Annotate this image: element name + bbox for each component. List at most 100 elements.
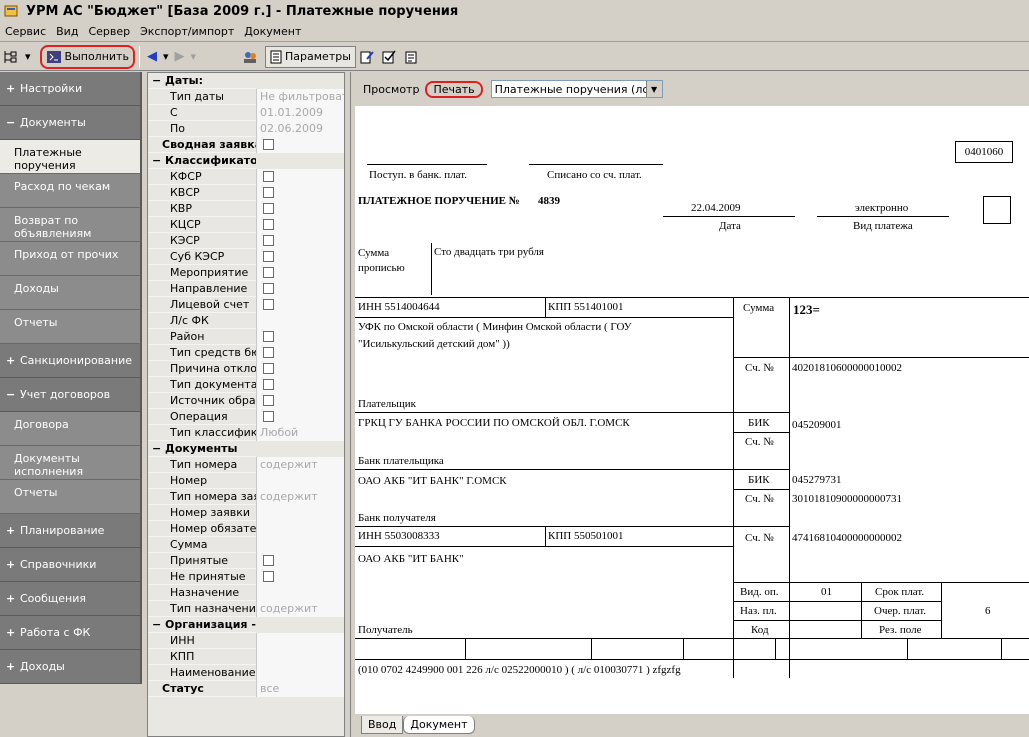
checkbox[interactable] — [263, 555, 274, 566]
menu-view[interactable]: Вид — [51, 25, 83, 38]
sidebar-item-revenues[interactable]: Доходы — [0, 276, 142, 310]
checkbox[interactable] — [263, 411, 274, 422]
filter-value[interactable]: 02.06.2009 — [256, 120, 344, 137]
checkbox[interactable] — [263, 251, 274, 262]
sidebar-item-contracts[interactable]: Договора — [0, 412, 142, 446]
tree-view-icon[interactable] — [0, 46, 22, 68]
menu-document[interactable]: Документ — [239, 25, 306, 38]
filter-checkbox-cell[interactable] — [256, 280, 344, 297]
filter-value[interactable] — [256, 632, 344, 649]
checkbox[interactable] — [263, 203, 274, 214]
filter-value[interactable] — [256, 664, 344, 681]
sidebar-group-messages[interactable]: + Сообщения — [0, 582, 142, 616]
filter-value[interactable]: Не фильтровать — [256, 88, 344, 105]
filter-checkbox-cell[interactable] — [256, 232, 344, 249]
filter-value[interactable]: 01.01.2009 — [256, 104, 344, 121]
filter-checkbox-cell[interactable] — [256, 264, 344, 281]
filter-value[interactable] — [256, 312, 344, 329]
checkbox[interactable] — [263, 267, 274, 278]
checkbox[interactable] — [263, 379, 274, 390]
filter-value[interactable] — [256, 648, 344, 665]
filter-value[interactable] — [256, 504, 344, 521]
filter-checkbox-cell[interactable] — [256, 296, 344, 313]
sidebar-group-planning[interactable]: + Планирование — [0, 514, 142, 548]
sidebar-item-payment-orders[interactable]: Платежные поручения — [0, 140, 142, 174]
sidebar-group-documents[interactable]: − Документы — [0, 106, 142, 140]
execute-button[interactable]: Выполнить — [39, 44, 135, 69]
filter-checkbox-cell[interactable] — [256, 568, 344, 585]
filter-checkbox-cell[interactable] — [256, 248, 344, 265]
filter-checkbox-cell[interactable] — [256, 376, 344, 393]
filter-value[interactable]: содержит — [256, 600, 344, 617]
sidebar-item-check-expenses[interactable]: Расход по чекам — [0, 174, 142, 208]
sidebar-group-revenues[interactable]: + Доходы — [0, 650, 142, 684]
checkbox[interactable] — [263, 139, 274, 150]
filter-value[interactable]: содержит — [256, 488, 344, 505]
filter-checkbox-cell[interactable] — [256, 216, 344, 233]
menu-export-import[interactable]: Экспорт/импорт — [135, 25, 239, 38]
sidebar-group-settings[interactable]: + Настройки — [0, 72, 142, 106]
execute-icon — [46, 50, 61, 63]
list-check-icon[interactable] — [400, 46, 422, 68]
print-button[interactable]: Печать — [425, 80, 483, 98]
checkbox[interactable] — [263, 331, 274, 342]
filter-value[interactable] — [256, 536, 344, 553]
back-arrow-icon[interactable]: ◀ — [144, 46, 160, 68]
users-icon[interactable] — [239, 46, 261, 68]
menu-server[interactable]: Сервер — [83, 25, 135, 38]
filter-checkbox-cell[interactable] — [256, 136, 344, 153]
checkbox[interactable] — [263, 363, 274, 374]
sidebar-group-fk-work[interactable]: + Работа с ФК — [0, 616, 142, 650]
filter-checkbox-cell[interactable] — [256, 184, 344, 201]
filter-row: Номер обязательства — [148, 520, 344, 537]
chevron-down-icon[interactable]: ▾ — [22, 46, 34, 68]
sidebar-item-execution-docs[interactable]: Документы исполнения — [0, 446, 142, 480]
filter-section-fill — [256, 440, 344, 457]
filter-checkbox-cell[interactable] — [256, 168, 344, 185]
preview-button[interactable]: Просмотр — [357, 83, 425, 96]
filter-checkbox-cell[interactable] — [256, 328, 344, 345]
checkbox[interactable] — [263, 219, 274, 230]
sidebar-item-contract-reports[interactable]: Отчеты — [0, 480, 142, 514]
filter-checkbox-cell[interactable] — [256, 360, 344, 377]
filter-value[interactable]: содержит — [256, 456, 344, 473]
edit-doc-icon[interactable] — [356, 46, 378, 68]
filter-checkbox-cell[interactable] — [256, 408, 344, 425]
menu-service[interactable]: Сервис — [0, 25, 51, 38]
checkbox[interactable] — [263, 571, 274, 582]
tab-document[interactable]: Документ — [403, 716, 475, 734]
sidebar-item-label: Договора — [14, 418, 69, 431]
filter-row: Тип классификатораЛюбой — [148, 424, 344, 441]
filter-checkbox-cell[interactable] — [256, 392, 344, 409]
filter-checkbox-cell[interactable] — [256, 344, 344, 361]
sidebar-group-sanctioning[interactable]: + Санкционирование — [0, 344, 142, 378]
sidebar-group-references[interactable]: + Справочники — [0, 548, 142, 582]
checkbox[interactable] — [263, 299, 274, 310]
sidebar-item-returns[interactable]: Возврат по объявлениям — [0, 208, 142, 242]
tab-input[interactable]: Ввод — [361, 716, 404, 734]
form-select[interactable]: Платежные поручения (лс ФС) ▼ — [490, 80, 663, 98]
filter-value[interactable] — [256, 472, 344, 489]
checkbox[interactable] — [263, 171, 274, 182]
chevron-down-icon[interactable]: ▾ — [160, 46, 172, 68]
filter-row: КЦСР — [148, 216, 344, 233]
checkbox[interactable] — [263, 395, 274, 406]
checkbox[interactable] — [263, 187, 274, 198]
filter-value[interactable] — [256, 584, 344, 601]
chevron-down-icon[interactable]: ▼ — [645, 81, 662, 97]
filter-value[interactable]: Любой — [256, 424, 344, 441]
filter-checkbox-cell[interactable] — [256, 552, 344, 569]
checkbox[interactable] — [263, 283, 274, 294]
filter-checkbox-cell[interactable] — [256, 200, 344, 217]
checkbox[interactable] — [263, 347, 274, 358]
chevron-down-icon[interactable]: ▾ — [187, 46, 199, 68]
parameters-button[interactable]: Параметры — [265, 45, 356, 68]
sidebar-item-other-income[interactable]: Приход от прочих — [0, 242, 142, 276]
filter-value[interactable]: все — [256, 680, 344, 697]
checkbox[interactable] — [263, 235, 274, 246]
sidebar-group-contracts[interactable]: − Учет договоров — [0, 378, 142, 412]
sidebar-item-reports[interactable]: Отчеты — [0, 310, 142, 344]
filter-value[interactable] — [256, 520, 344, 537]
check-doc-icon[interactable] — [378, 46, 400, 68]
forward-arrow-icon[interactable]: ▶ — [171, 46, 187, 68]
